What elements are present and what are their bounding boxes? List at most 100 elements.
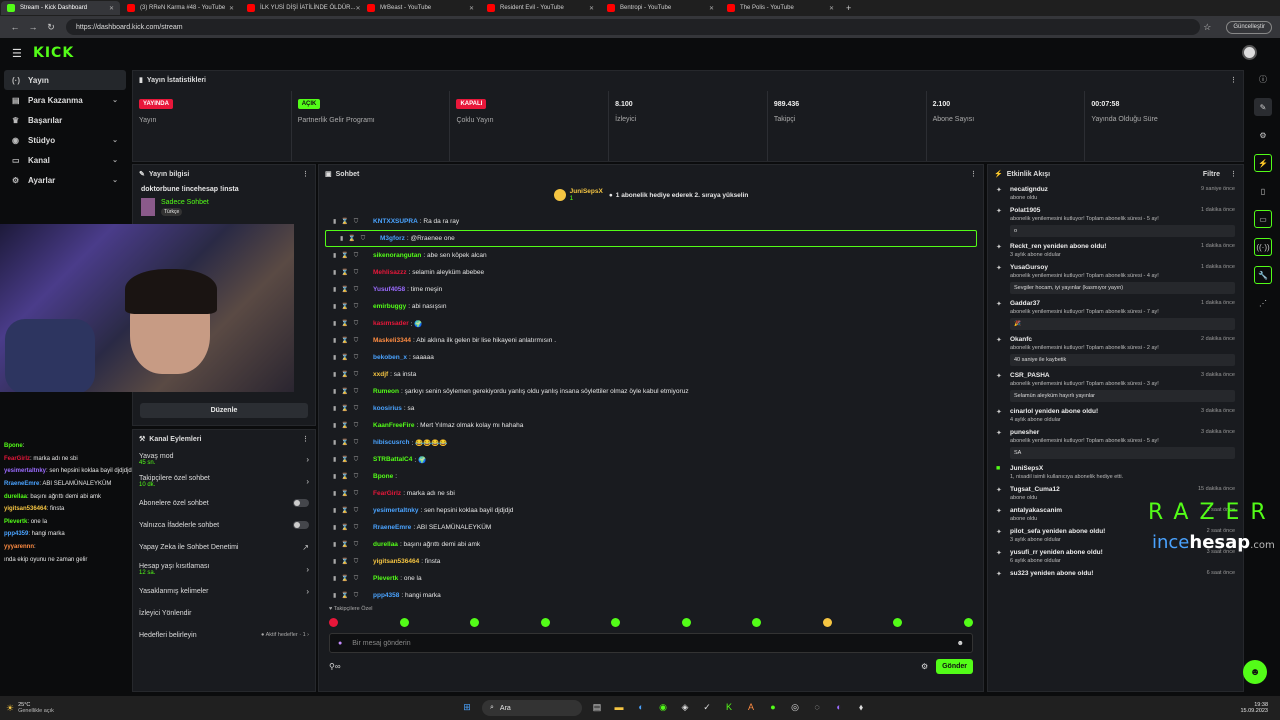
chat-username[interactable]: kasımsader [373, 320, 409, 327]
close-icon[interactable]: ✕ [829, 5, 834, 12]
chat-input[interactable]: ● Bir mesaj gönderin ☻ [329, 633, 973, 653]
settings-icon[interactable]: ⚙ [921, 662, 928, 671]
more-icon[interactable]: ⋮ [1230, 76, 1237, 84]
chat-username[interactable]: Mehlisazzz [373, 269, 407, 276]
phone-icon[interactable]: ▯ [1254, 182, 1272, 200]
channel-action-item[interactable]: Takipçilere özel sohbet 10 dk. › [133, 470, 315, 492]
sidebar-item[interactable]: ▤ Para Kazanma ⌄ [0, 90, 130, 110]
chat-message[interactable]: ▮⌛⛉ RraeneEmre: ABI SELAMÜNALEYKÜM [319, 519, 983, 536]
chat-username[interactable]: Maskeli3344 [373, 337, 411, 344]
file-explorer-icon[interactable]: ▤ [590, 702, 604, 714]
mod-action-icons[interactable]: ▮⌛⛉ [333, 286, 373, 294]
channel-action-item[interactable]: Yapay Zeka ile Sohbet Denetimi ↗ [133, 536, 315, 558]
chat-message[interactable]: ▮⌛⛉ durellaa: başını ağrıttı demi abi amk [319, 536, 983, 553]
mod-action-icons[interactable]: ▮⌛⛉ [333, 252, 373, 260]
steam-icon[interactable]: ◈ [678, 702, 692, 714]
chat-message[interactable]: ▮⌛⛉ KNTXXSUPRA: Ra da ra ray [319, 213, 983, 230]
chat-username[interactable]: yigitsan536464 [373, 558, 419, 565]
chat-username[interactable]: ppp4358 [373, 592, 399, 599]
channel-action-item[interactable]: Yavaş mod 45 sn. › [133, 448, 315, 470]
sidebar-item[interactable]: ▭ Kanal ⌄ [0, 150, 130, 170]
chat-message[interactable]: ▮⌛⛉ Rumeon: şarkıyı senin söylemen gereki… [319, 383, 983, 400]
toggle-switch[interactable] [293, 499, 309, 507]
browser-tab[interactable]: MrBeast - YouTube ✕ [361, 1, 480, 15]
close-icon[interactable]: ✕ [355, 5, 360, 12]
browser-tab[interactable]: Resident Evil - YouTube ✕ [481, 1, 600, 15]
more-icon[interactable]: ⋮ [970, 170, 977, 178]
chat-message[interactable]: ▮⌛⛉ hibiscusrch: 😂😂😂😂 [319, 434, 983, 451]
mod-action-icons[interactable]: ▮⌛⛉ [340, 235, 380, 243]
pen-icon[interactable]: ✎ [1254, 98, 1272, 116]
wrench-icon[interactable]: 🔧 [1254, 266, 1272, 284]
sidebar-item[interactable]: (·) Yayın [4, 70, 126, 90]
edit-button[interactable]: Düzenle [140, 403, 308, 418]
chat-message[interactable]: ▮⌛⛉ M3gforz: @Rraenee one [325, 230, 977, 247]
chat-message[interactable]: ▮⌛⛉ STRBattalC4: 🌍 [319, 451, 983, 468]
category-name[interactable]: Sadece Sohbet [161, 199, 209, 206]
mod-action-icons[interactable]: ▮⌛⛉ [333, 371, 373, 379]
lightning-icon[interactable]: ⚡ [1254, 154, 1272, 172]
chat-username[interactable]: RraeneEmre [373, 524, 411, 531]
new-tab-button[interactable]: + [846, 3, 851, 13]
windows-start-icon[interactable]: ⊞ [460, 702, 474, 714]
emote-icon[interactable] [399, 618, 409, 627]
star-icon[interactable]: ☆ [1200, 22, 1214, 33]
folder-icon[interactable]: ▬ [612, 702, 626, 714]
chat-username[interactable]: Yusuf4058 [373, 286, 405, 293]
browser-tab[interactable]: The Polis - YouTube ✕ [721, 1, 840, 15]
channel-action-item[interactable]: Hesap yaşı kısıtlaması 12 sa. › [133, 558, 315, 580]
mod-action-icons[interactable]: ▮⌛⛉ [333, 422, 373, 430]
more-icon[interactable]: ⋮ [302, 435, 309, 443]
close-icon[interactable]: ✕ [229, 5, 234, 12]
mod-action-icons[interactable]: ▮⌛⛉ [333, 507, 373, 515]
chat-bubble-icon[interactable]: ▭ [1254, 210, 1272, 228]
app4-icon[interactable]: ⬧ [854, 702, 868, 714]
mod-action-icons[interactable]: ▮⌛⛉ [333, 490, 373, 498]
chat-message[interactable]: ▮⌛⛉ ppp4358: hangi marka [319, 587, 983, 604]
chat-username[interactable]: durellaa [373, 541, 398, 548]
mod-action-icons[interactable]: ▮⌛⛉ [333, 354, 373, 362]
mod-action-icons[interactable]: ▮⌛⛉ [333, 575, 373, 583]
emote-icon[interactable] [752, 618, 762, 627]
sidebar-item[interactable]: ⚙ Ayarlar ⌄ [0, 170, 130, 190]
chat-username[interactable]: KNTXXSUPRA [373, 218, 418, 225]
mod-action-icons[interactable]: ▮⌛⛉ [333, 303, 373, 311]
kick-app-icon[interactable]: K [722, 702, 736, 714]
close-icon[interactable]: ✕ [109, 5, 114, 12]
chat-message[interactable]: ▮⌛⛉ yigitsan536464: finsta [319, 553, 983, 570]
mod-action-icons[interactable]: ▮⌛⛉ [333, 218, 373, 226]
mod-action-icons[interactable]: ▮⌛⛉ [333, 320, 373, 328]
mod-action-icons[interactable]: ▮⌛⛉ [333, 558, 373, 566]
channel-action-item[interactable]: Yasaklanmış kelimeler › [133, 580, 315, 602]
emote-icon[interactable] [822, 618, 832, 627]
url-field[interactable]: https://dashboard.kick.com/stream [66, 19, 1201, 35]
chat-username[interactable]: hibiscusrch [373, 439, 409, 446]
mod-action-icons[interactable]: ▮⌛⛉ [333, 473, 373, 481]
chat-fab-icon[interactable]: ☻ [1243, 660, 1267, 684]
chat-message[interactable]: ▮⌛⛉ kasımsader: 🌍 [319, 315, 983, 332]
mod-action-icons[interactable]: ▮⌛⛉ [333, 524, 373, 532]
update-button[interactable]: Güncelleştir [1226, 20, 1272, 34]
chat-message[interactable]: ▮⌛⛉ Plevertk: one la [319, 570, 983, 587]
obs-icon[interactable]: ◎ [788, 702, 802, 714]
chat-username[interactable]: Rumeon [373, 388, 399, 395]
emote-icon[interactable] [893, 618, 903, 627]
chat-message[interactable]: ▮⌛⛉ emirbuggy: abi nasışsın [319, 298, 983, 315]
app3-icon[interactable]: ◐ [832, 702, 846, 714]
channel-action-item[interactable]: Hedefleri belirleyin ● Aktif hedefler · 1… [133, 624, 315, 646]
chat-message[interactable]: ▮⌛⛉ Bpone: [319, 468, 983, 485]
back-icon[interactable]: ← [8, 22, 22, 32]
mod-action-icons[interactable]: ▮⌛⛉ [333, 337, 373, 345]
link-icon[interactable]: ⚲∞ [329, 662, 341, 671]
chat-username[interactable]: xxdjf [373, 371, 388, 378]
emote-icon[interactable] [963, 618, 973, 627]
browser-tab[interactable]: (3) RReN Karma #48 - YouTube ✕ [121, 1, 240, 15]
forward-icon[interactable]: → [26, 22, 40, 32]
menu-icon[interactable]: ☰ [12, 47, 22, 60]
share-icon[interactable]: ⋰ [1254, 294, 1272, 312]
reload-icon[interactable]: ↻ [44, 22, 58, 33]
kick-logo[interactable]: KICK [33, 45, 74, 61]
emoji-icon[interactable]: ☻ [957, 640, 964, 647]
chat-message[interactable]: ▮⌛⛉ yesimertaltnky: sen hepsini koklaa ba… [319, 502, 983, 519]
chat-message[interactable]: ▮⌛⛉ Yusuf4058: time meşin [319, 281, 983, 298]
